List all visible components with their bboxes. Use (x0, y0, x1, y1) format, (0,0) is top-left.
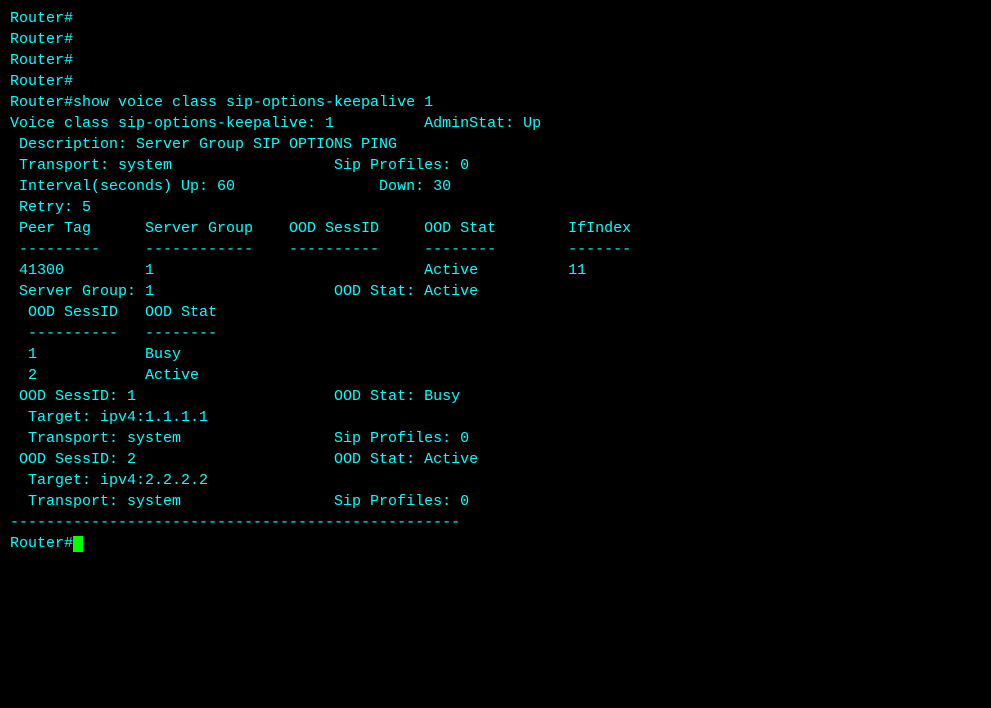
terminal-line-line28: Target: ipv4:2.2.2.2 (10, 470, 981, 491)
terminal-line-line15: 41300 1 Active 11 (10, 260, 981, 281)
terminal-line-line33: Router# (10, 533, 981, 554)
terminal-line-line17: Server Group: 1 OOD Stat: Active (10, 281, 981, 302)
terminal-line-line21: 2 Active (10, 365, 981, 386)
terminal-line-line12: Peer Tag Server Group OOD SessID OOD Sta… (10, 218, 981, 239)
terminal-line-line20: 1 Busy (10, 344, 981, 365)
terminal-line-line18: OOD SessID OOD Stat (10, 302, 981, 323)
terminal-line-line6: Voice class sip-options-keepalive: 1 Adm… (10, 113, 981, 134)
terminal-line-line23: OOD SessID: 1 OOD Stat: Busy (10, 386, 981, 407)
terminal-line-line27: OOD SessID: 2 OOD Stat: Active (10, 449, 981, 470)
terminal-line-line10: Retry: 5 (10, 197, 981, 218)
terminal-line-line24: Target: ipv4:1.1.1.1 (10, 407, 981, 428)
terminal-line-line29: Transport: system Sip Profiles: 0 (10, 491, 981, 512)
terminal-line-line19: ---------- -------- (10, 323, 981, 344)
terminal-line-line13: --------- ------------ ---------- ------… (10, 239, 981, 260)
terminal-line-line2: Router# (10, 29, 981, 50)
terminal-line-line9: Interval(seconds) Up: 60 Down: 30 (10, 176, 981, 197)
terminal-line-line31: ----------------------------------------… (10, 512, 981, 533)
terminal-line-line25: Transport: system Sip Profiles: 0 (10, 428, 981, 449)
terminal-line-line5: Router#show voice class sip-options-keep… (10, 92, 981, 113)
terminal-window: Router#Router#Router#Router#Router#show … (10, 8, 981, 700)
terminal-line-line7: Description: Server Group SIP OPTIONS PI… (10, 134, 981, 155)
terminal-line-line4: Router# (10, 71, 981, 92)
terminal-line-line3: Router# (10, 50, 981, 71)
terminal-line-line1: Router# (10, 8, 981, 29)
terminal-line-line8: Transport: system Sip Profiles: 0 (10, 155, 981, 176)
terminal-cursor (73, 536, 83, 552)
